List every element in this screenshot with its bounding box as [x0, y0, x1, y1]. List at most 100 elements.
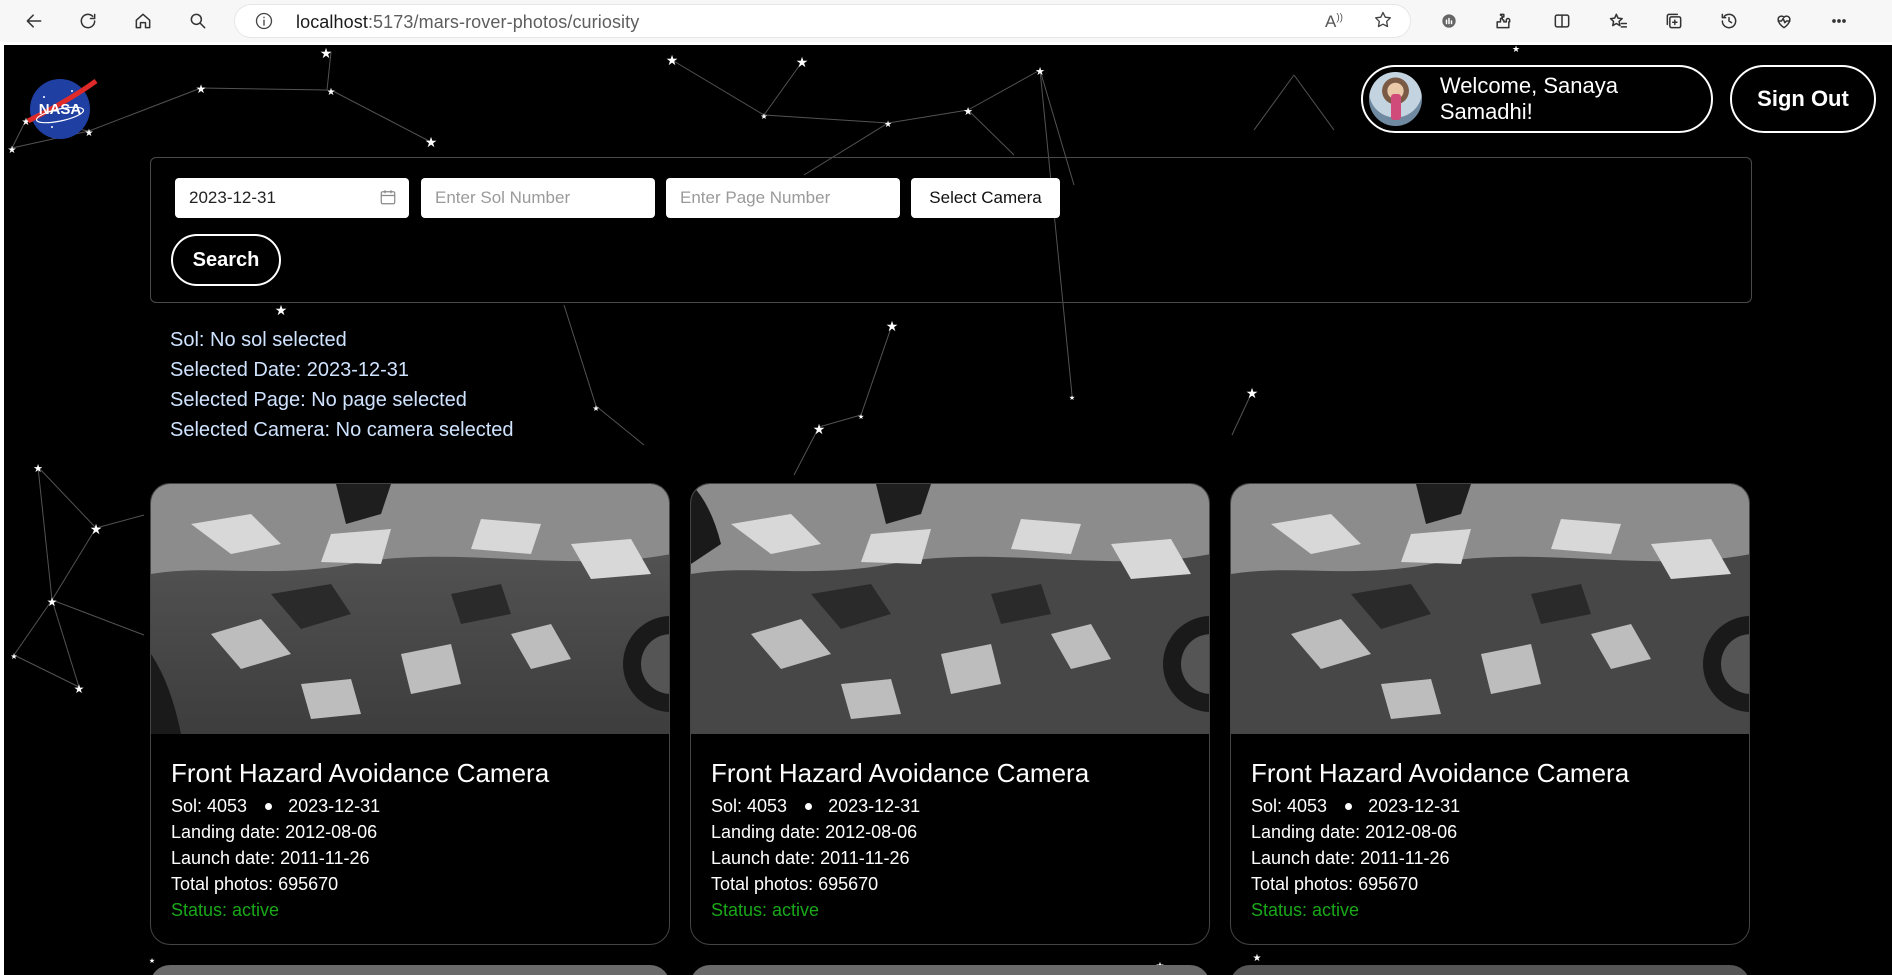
svg-text:★: ★ — [1069, 394, 1075, 402]
rover-photo[interactable] — [151, 484, 670, 734]
svg-text:★: ★ — [47, 595, 58, 609]
search-button[interactable]: Search — [171, 234, 281, 286]
card-sol: Sol: 4053 — [171, 796, 248, 816]
photo-card-next-row[interactable] — [150, 965, 670, 975]
card-sol-date: Sol: 4053 2023-12-31 — [1251, 796, 1460, 817]
card-launch-date: Launch date: 2011-11-26 — [711, 848, 910, 868]
photo-card[interactable]: Front Hazard Avoidance Camera Sol: 4053 2… — [150, 483, 670, 945]
card-status: Status: active — [711, 900, 820, 920]
svg-text:★: ★ — [1512, 45, 1520, 54]
card-title: Front Hazard Avoidance Camera — [711, 758, 1090, 788]
date-input-value: 2023-12-31 — [189, 188, 276, 207]
card-status: Status: active — [1251, 900, 1360, 920]
svg-text:★: ★ — [320, 45, 333, 61]
sol-number-input[interactable]: Enter Sol Number — [421, 178, 655, 218]
svg-text:★: ★ — [858, 413, 864, 421]
card-sol: Sol: 4053 — [1251, 796, 1328, 816]
sign-out-button[interactable]: Sign Out — [1730, 65, 1876, 133]
svg-text:★: ★ — [813, 421, 826, 437]
svg-text:★: ★ — [425, 134, 438, 150]
address-bar[interactable]: localhost:5173/mars-rover-photos/curiosi… — [234, 4, 1411, 38]
favorites-icon[interactable] — [1604, 7, 1632, 35]
selected-camera-text: Selected Camera: No camera selected — [170, 419, 514, 441]
selection-summary: Sol: No sol selected Selected Date: 2023… — [170, 325, 514, 445]
bullet-dot — [265, 802, 273, 810]
url-text: localhost:5173/mars-rover-photos/curiosi… — [296, 12, 639, 33]
card-title: Front Hazard Avoidance Camera — [171, 758, 550, 788]
more-menu-icon[interactable] — [1825, 7, 1853, 35]
svg-text:★: ★ — [884, 119, 892, 129]
photo-card-next-row[interactable] — [690, 965, 1210, 975]
card-landing-date: Landing date: 2012-08-06 — [711, 822, 918, 842]
card-total-photos: Total photos: 695670 — [711, 874, 879, 894]
selected-date-text: Selected Date: 2023-12-31 — [170, 359, 410, 381]
bullet-dot — [1345, 802, 1353, 810]
card-date: 2023-12-31 — [288, 796, 381, 816]
split-screen-icon[interactable] — [1548, 7, 1576, 35]
extensions-icon[interactable] — [1489, 7, 1517, 35]
bullet-dot — [805, 802, 813, 810]
svg-text:★: ★ — [10, 652, 17, 661]
svg-text:★: ★ — [760, 112, 767, 121]
date-input[interactable]: 2023-12-31 — [175, 178, 409, 218]
card-title: Front Hazard Avoidance Camera — [1251, 758, 1630, 788]
extension-badge-icon[interactable] — [1435, 7, 1463, 35]
svg-text:★: ★ — [74, 682, 85, 696]
history-icon[interactable] — [1715, 7, 1743, 35]
svg-text:★: ★ — [1035, 66, 1045, 78]
svg-text:★: ★ — [1253, 953, 1262, 964]
browser-toolbar: localhost:5173/mars-rover-photos/curiosi… — [0, 0, 1892, 42]
card-date: 2023-12-31 — [828, 796, 921, 816]
svg-text:★: ★ — [592, 404, 599, 413]
card-launch-date: Launch date: 2011-11-26 — [1251, 848, 1450, 868]
card-date: 2023-12-31 — [1368, 796, 1461, 816]
favorite-star-icon[interactable] — [1373, 10, 1393, 35]
performance-heart-icon[interactable] — [1770, 7, 1798, 35]
selected-page-text: Selected Page: No page selected — [170, 389, 467, 411]
back-icon[interactable] — [20, 7, 48, 35]
svg-text:★: ★ — [8, 145, 17, 156]
card-status: Status: active — [171, 900, 280, 920]
svg-text:★: ★ — [796, 54, 809, 70]
avatar — [1369, 72, 1422, 126]
svg-text:NASA: NASA — [39, 101, 82, 118]
site-info-icon[interactable] — [254, 11, 274, 36]
photo-card[interactable]: Front Hazard Avoidance Camera Sol: 4053 2… — [1230, 483, 1750, 945]
svg-text:★: ★ — [90, 521, 103, 537]
svg-text:★: ★ — [886, 318, 899, 334]
card-sol-date: Sol: 4053 2023-12-31 — [171, 796, 380, 817]
selected-sol-text: Sol: No sol selected — [170, 329, 347, 351]
page-number-input[interactable]: Enter Page Number — [666, 178, 900, 218]
rover-photo[interactable] — [1231, 484, 1750, 734]
svg-text:★: ★ — [1246, 385, 1259, 401]
search-icon[interactable] — [184, 7, 212, 35]
nasa-logo[interactable]: NASA — [22, 69, 98, 145]
calendar-icon[interactable] — [379, 188, 397, 206]
url-host: localhost — [296, 12, 368, 32]
url-path: :5173/mars-rover-photos/curiosity — [367, 12, 640, 32]
svg-text:★: ★ — [196, 82, 207, 96]
photo-card[interactable]: Front Hazard Avoidance Camera Sol: 4053 2… — [690, 483, 1210, 945]
card-sol-date: Sol: 4053 2023-12-31 — [711, 796, 920, 817]
read-aloud-icon[interactable]: A)) — [1325, 12, 1343, 32]
svg-text:★: ★ — [275, 302, 288, 318]
rover-photo[interactable] — [691, 484, 1210, 734]
page-content: ★ ★ ★ ★ ★ ★ ★ ★ ★ ★ ★ ★ ★ ★ ★ ★ ★ ★ ★ ★ … — [4, 45, 1892, 975]
svg-text:★: ★ — [149, 957, 155, 965]
card-sol: Sol: 4053 — [711, 796, 788, 816]
card-launch-date: Launch date: 2011-11-26 — [171, 848, 370, 868]
collections-icon[interactable] — [1660, 7, 1688, 35]
svg-text:★: ★ — [327, 87, 336, 98]
card-landing-date: Landing date: 2012-08-06 — [1251, 822, 1458, 842]
card-total-photos: Total photos: 695670 — [171, 874, 339, 894]
svg-text:★: ★ — [33, 463, 43, 475]
refresh-icon[interactable] — [74, 7, 102, 35]
welcome-text: Welcome, Sanaya Samadhi! — [1439, 73, 1618, 124]
photo-card-next-row[interactable] — [1230, 965, 1750, 975]
card-landing-date: Landing date: 2012-08-06 — [171, 822, 378, 842]
card-total-photos: Total photos: 695670 — [1251, 874, 1419, 894]
select-camera-button[interactable]: Select Camera — [911, 178, 1060, 218]
home-icon[interactable] — [129, 7, 157, 35]
search-panel: 2023-12-31 Enter Sol Number Enter Page N… — [150, 157, 1752, 303]
user-profile-pill[interactable]: Welcome, Sanaya Samadhi! — [1361, 65, 1713, 133]
